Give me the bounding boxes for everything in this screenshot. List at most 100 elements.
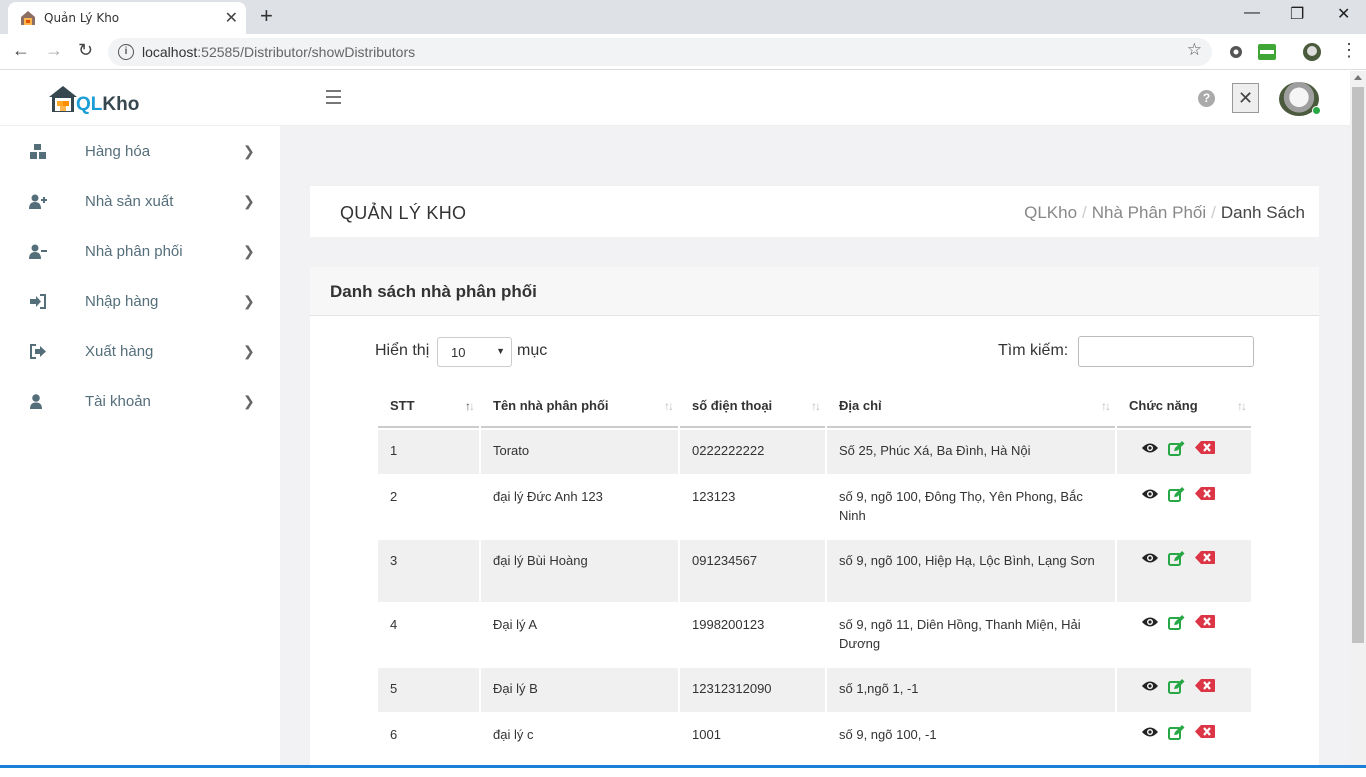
cell-address: Số 25, Phúc Xá, Ba Đình, Hà Nội (827, 430, 1115, 474)
edit-icon[interactable] (1168, 551, 1185, 566)
breadcrumb: QLKho / Nhà Phân Phối / Danh Sách (1024, 203, 1305, 222)
sidebar-item-nhap-hang[interactable]: Nhập hàng ❯ (0, 276, 280, 326)
delete-icon[interactable] (1195, 679, 1215, 693)
cell-address: số 1,ngõ 1, -1 (827, 668, 1115, 712)
edit-icon[interactable] (1168, 487, 1185, 502)
cell-stt: 5 (378, 668, 479, 712)
delete-icon[interactable] (1195, 615, 1215, 629)
restore-icon[interactable]: ❐ (1290, 4, 1304, 24)
breadcrumb-current: Danh Sách (1220, 203, 1305, 222)
warehouse-logo-icon[interactable] (48, 85, 78, 113)
cell-name: Torato (481, 430, 678, 474)
cell-phone: 123123 (680, 476, 825, 538)
length-label: Hiển thị (375, 342, 430, 359)
new-tab-icon[interactable]: + (260, 3, 273, 29)
help-icon[interactable]: ? (1198, 90, 1215, 107)
back-icon[interactable]: ← (12, 40, 30, 61)
sort-icon: ↑↓ (1237, 399, 1247, 413)
sort-asc-icon: ↑↓ (465, 399, 475, 413)
edit-icon[interactable] (1168, 725, 1185, 740)
column-header-actions[interactable]: Chức năng ↑↓ (1117, 384, 1251, 428)
column-header-address[interactable]: Địa chỉ ↑↓ (827, 384, 1115, 428)
url-input[interactable]: i localhost:52585/Distributor/showDistri… (108, 38, 1212, 66)
breadcrumb-home[interactable]: QLKho (1024, 203, 1077, 222)
extension-gear-icon[interactable] (1226, 42, 1246, 62)
cell-actions (1117, 540, 1251, 602)
user-icon (30, 394, 42, 409)
delete-icon[interactable] (1195, 725, 1215, 739)
cell-actions (1117, 604, 1251, 666)
column-header-stt[interactable]: STT ↑↓ (378, 384, 479, 428)
delete-icon[interactable] (1195, 487, 1215, 501)
edit-icon[interactable] (1168, 441, 1185, 456)
view-icon[interactable] (1141, 551, 1158, 565)
cell-stt: 6 (378, 714, 479, 758)
search-input[interactable] (1078, 336, 1254, 367)
logo-text[interactable]: QLKho (76, 94, 139, 116)
info-icon[interactable]: i (118, 44, 134, 60)
sign-in-icon (30, 294, 46, 309)
cell-phone: 12312312090 (680, 668, 825, 712)
length-suffix: mục (517, 342, 548, 359)
edit-icon[interactable] (1168, 679, 1185, 694)
window-close-icon[interactable]: ✕ (1337, 4, 1350, 24)
card-header: Danh sách nhà phân phối (310, 267, 1319, 316)
cell-name: đại lý c (481, 714, 678, 758)
sort-icon: ↑↓ (1101, 399, 1111, 413)
browser-menu-icon[interactable]: ⋮ (1340, 40, 1358, 61)
breadcrumb-distributor[interactable]: Nhà Phân Phối (1092, 203, 1206, 222)
table-row: 2 đại lý Đức Anh 123 123123 số 9, ngõ 100, … (378, 476, 1251, 538)
bookmark-star-icon[interactable]: ☆ (1187, 40, 1202, 60)
delete-icon[interactable] (1195, 441, 1215, 455)
search-label: Tìm kiếm: (998, 342, 1069, 359)
cell-phone: 0222222222 (680, 430, 825, 474)
view-icon[interactable] (1141, 487, 1158, 501)
page-title-bar: QUẢN LÝ KHO QLKho / Nhà Phân Phối / Danh Sác… (310, 186, 1319, 237)
caret-down-icon: ▼ (496, 346, 505, 356)
cell-name: Đại lý B (481, 668, 678, 712)
cell-name: đại lý Bùi Hoàng (481, 540, 678, 602)
close-button[interactable]: ✕ (1232, 83, 1259, 113)
table-row: 4 Đại lý A 1998200123 số 9, ngõ 11, Diên Hồ… (378, 604, 1251, 666)
tab-title: Quản Lý Kho (44, 11, 120, 25)
view-icon[interactable] (1141, 725, 1158, 739)
scroll-up-icon[interactable] (1354, 75, 1362, 80)
app-header: QLKho ? ✕ (0, 71, 1350, 126)
scroll-thumb[interactable] (1352, 87, 1364, 643)
cell-address: số 9, ngõ 100, Đông Thọ, Yên Phong, Bắc … (827, 476, 1115, 538)
column-header-name[interactable]: Tên nhà phân phối ↑↓ (481, 384, 678, 428)
profile-extension-icon[interactable] (1302, 42, 1322, 62)
page-scrollbar[interactable] (1350, 71, 1366, 768)
delete-icon[interactable] (1195, 551, 1215, 565)
reload-icon[interactable]: ↻ (78, 40, 93, 61)
warehouse-favicon-icon (21, 11, 35, 25)
card-title: Danh sách nhà phân phối (330, 282, 537, 301)
sidebar-item-xuat-hang[interactable]: Xuất hàng ❯ (0, 326, 280, 376)
cell-address: số 9, ngõ 100, -1 (827, 714, 1115, 758)
tab-close-icon[interactable]: ✕ (225, 8, 238, 28)
cors-extension-icon[interactable] (1257, 42, 1277, 62)
minimize-icon[interactable]: — (1244, 4, 1260, 22)
sidebar-item-nha-san-xuat[interactable]: Nhà sản xuất ❯ (0, 176, 280, 226)
forward-icon[interactable]: → (45, 40, 63, 61)
view-icon[interactable] (1141, 615, 1158, 629)
browser-tab[interactable]: Quản Lý Kho ✕ (8, 2, 246, 34)
view-icon[interactable] (1141, 679, 1158, 693)
sidebar-item-nha-phan-phoi[interactable]: Nhà phân phối ❯ (0, 226, 280, 276)
chevron-right-icon: ❯ (243, 243, 255, 259)
edit-icon[interactable] (1168, 615, 1185, 630)
sort-icon: ↑↓ (664, 399, 674, 413)
url-path: :52585/Distributor/showDistributors (197, 44, 416, 60)
cell-phone: 1001 (680, 714, 825, 758)
column-header-phone[interactable]: số điện thoại ↑↓ (680, 384, 825, 428)
sidebar-item-tai-khoan[interactable]: Tài khoản ❯ (0, 376, 280, 426)
page-length-select[interactable]: 10 ▼ (437, 337, 512, 367)
cell-actions (1117, 668, 1251, 712)
sidebar-item-hang-hoa[interactable]: Hàng hóa ❯ (0, 126, 280, 176)
chevron-right-icon: ❯ (243, 193, 255, 209)
cell-phone: 1998200123 (680, 604, 825, 666)
menu-toggle-icon[interactable] (326, 90, 341, 108)
view-icon[interactable] (1141, 441, 1158, 455)
sign-out-icon (30, 344, 46, 359)
cell-actions (1117, 476, 1251, 538)
